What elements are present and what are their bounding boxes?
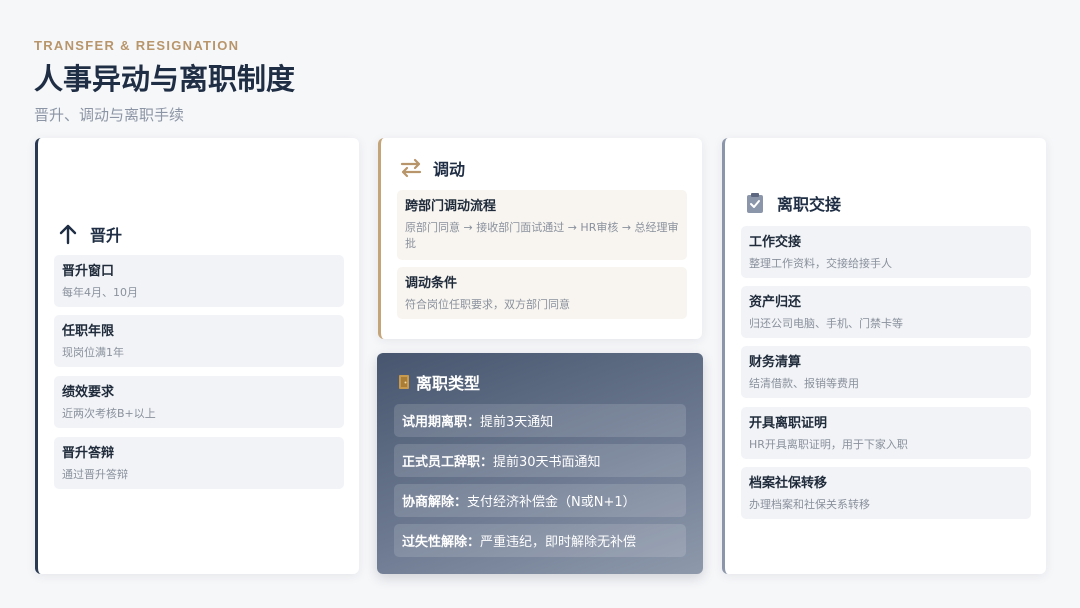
item-title: 开具离职证明	[749, 416, 828, 431]
resignation-types-header: 离职类型	[396, 370, 480, 394]
item-desc: 整理工作资料，交接给接手人	[749, 257, 892, 270]
item-title: 晋升答辩	[62, 446, 115, 461]
list-item: 资产归还 归还公司电脑、手机、门禁卡等	[741, 286, 1031, 338]
item-value: 提前3天通知	[480, 415, 554, 430]
item-title: 晋升窗口	[62, 264, 115, 279]
item-value: 提前30天书面通知	[493, 455, 601, 470]
item-title: 资产归还	[749, 295, 802, 310]
handover-title: 离职交接	[777, 195, 842, 214]
arrow-up-icon	[56, 222, 80, 246]
list-item: 财务清算 结清借款、报销等费用	[741, 346, 1031, 398]
list-item: 正式员工辞职： 提前30天书面通知	[394, 444, 686, 477]
item-label: 协商解除：	[402, 495, 468, 510]
list-item: 协商解除： 支付经济补偿金（N或N+1）	[394, 484, 686, 517]
item-label: 试用期离职：	[402, 415, 481, 430]
door-icon	[396, 370, 412, 394]
handover-card: 离职交接 工作交接 整理工作资料，交接给接手人 资产归还 归还公司电脑、手机、门…	[722, 138, 1046, 574]
item-desc: 现岗位满1年	[62, 346, 124, 359]
handover-header: 离职交接	[743, 191, 841, 215]
clipboard-check-icon	[743, 191, 767, 215]
page-subtitle: 晋升、调动与离职手续	[34, 106, 185, 124]
list-item: 晋升答辩 通过晋升答辩	[54, 437, 344, 489]
transfer-header: 调动	[399, 156, 465, 180]
promotion-card: 晋升 晋升窗口 每年4月、10月 任职年限 现岗位满1年 绩效要求 近两次考核B…	[35, 138, 359, 574]
list-item: 试用期离职： 提前3天通知	[394, 404, 686, 437]
item-desc: 每年4月、10月	[62, 286, 138, 299]
item-desc: 办理档案和社保关系转移	[749, 498, 870, 511]
item-label: 过失性解除：	[402, 535, 481, 550]
list-item: 任职年限 现岗位满1年	[54, 315, 344, 367]
list-item: 过失性解除： 严重违纪，即时解除无补偿	[394, 524, 686, 557]
list-item: 绩效要求 近两次考核B+以上	[54, 376, 344, 428]
transfer-title: 调动	[433, 160, 466, 179]
item-value: 支付经济补偿金（N或N+1）	[467, 495, 636, 510]
list-item: 跨部门调动流程 原部门同意 → 接收部门面试通过 → HR审核 → 总经理审批	[397, 190, 687, 260]
list-item: 工作交接 整理工作资料，交接给接手人	[741, 226, 1031, 278]
item-desc: 结清借款、报销等费用	[749, 377, 859, 390]
item-title: 财务清算	[749, 355, 802, 370]
item-title: 绩效要求	[62, 385, 115, 400]
eyebrow: TRANSFER & RESIGNATION	[34, 38, 240, 53]
list-item: 开具离职证明 HR开具离职证明，用于下家入职	[741, 407, 1031, 459]
item-title: 跨部门调动流程	[405, 199, 497, 214]
transfer-card: 调动 跨部门调动流程 原部门同意 → 接收部门面试通过 → HR审核 → 总经理…	[378, 138, 702, 339]
list-item: 调动条件 符合岗位任职要求，双方部门同意	[397, 267, 687, 319]
item-title: 工作交接	[749, 235, 802, 250]
list-item: 晋升窗口 每年4月、10月	[54, 255, 344, 307]
item-desc: 符合岗位任职要求，双方部门同意	[405, 298, 570, 311]
item-desc: HR开具离职证明，用于下家入职	[749, 438, 908, 451]
page-title: 人事异动与离职制度	[34, 62, 296, 96]
item-title: 档案社保转移	[749, 476, 828, 491]
item-title: 调动条件	[405, 276, 458, 291]
item-desc: 归还公司电脑、手机、门禁卡等	[749, 317, 903, 330]
item-desc: 近两次考核B+以上	[62, 407, 156, 420]
item-title: 任职年限	[62, 324, 115, 339]
item-desc: 通过晋升答辩	[62, 468, 128, 481]
item-value: 严重违纪，即时解除无补偿	[480, 535, 637, 550]
resignation-types-card: 离职类型 试用期离职： 提前3天通知 正式员工辞职： 提前30天书面通知 协商解除：…	[377, 353, 703, 574]
swap-arrows-icon	[399, 156, 423, 180]
list-item: 档案社保转移 办理档案和社保关系转移	[741, 467, 1031, 519]
item-desc: 原部门同意 → 接收部门面试通过 → HR审核 → 总经理审批	[405, 221, 679, 250]
promotion-header: 晋升	[56, 222, 122, 246]
item-label: 正式员工辞职：	[402, 455, 494, 470]
resignation-types-title: 离职类型	[416, 374, 481, 393]
promotion-title: 晋升	[90, 226, 123, 245]
